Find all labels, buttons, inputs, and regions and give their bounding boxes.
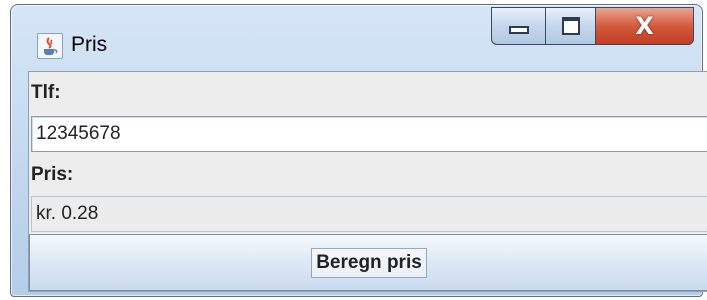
close-icon: X — [635, 12, 654, 40]
price-output: kr. 0.28 — [31, 196, 707, 232]
close-button[interactable]: X — [596, 7, 694, 45]
price-label: Pris: — [31, 164, 74, 185]
window-controls: X — [491, 7, 694, 45]
phone-label: Tlf: — [31, 82, 61, 103]
calculate-price-button[interactable]: Beregn pris — [29, 234, 707, 291]
phone-input[interactable] — [31, 116, 707, 152]
minimize-icon — [508, 26, 529, 34]
maximize-icon — [561, 17, 580, 35]
minimize-button[interactable] — [491, 7, 546, 45]
content-panel: Tlf: Pris: kr. 0.28 Beregn pris — [28, 71, 707, 292]
title-bar[interactable]: Pris X — [11, 5, 702, 71]
maximize-button[interactable] — [546, 7, 596, 45]
window-title: Pris — [71, 33, 108, 56]
calculate-price-label: Beregn pris — [311, 247, 427, 278]
java-cup-icon[interactable] — [37, 33, 63, 59]
app-window: Pris X Tlf: Pris: kr. 0.28 Beregn pris — [10, 4, 707, 297]
